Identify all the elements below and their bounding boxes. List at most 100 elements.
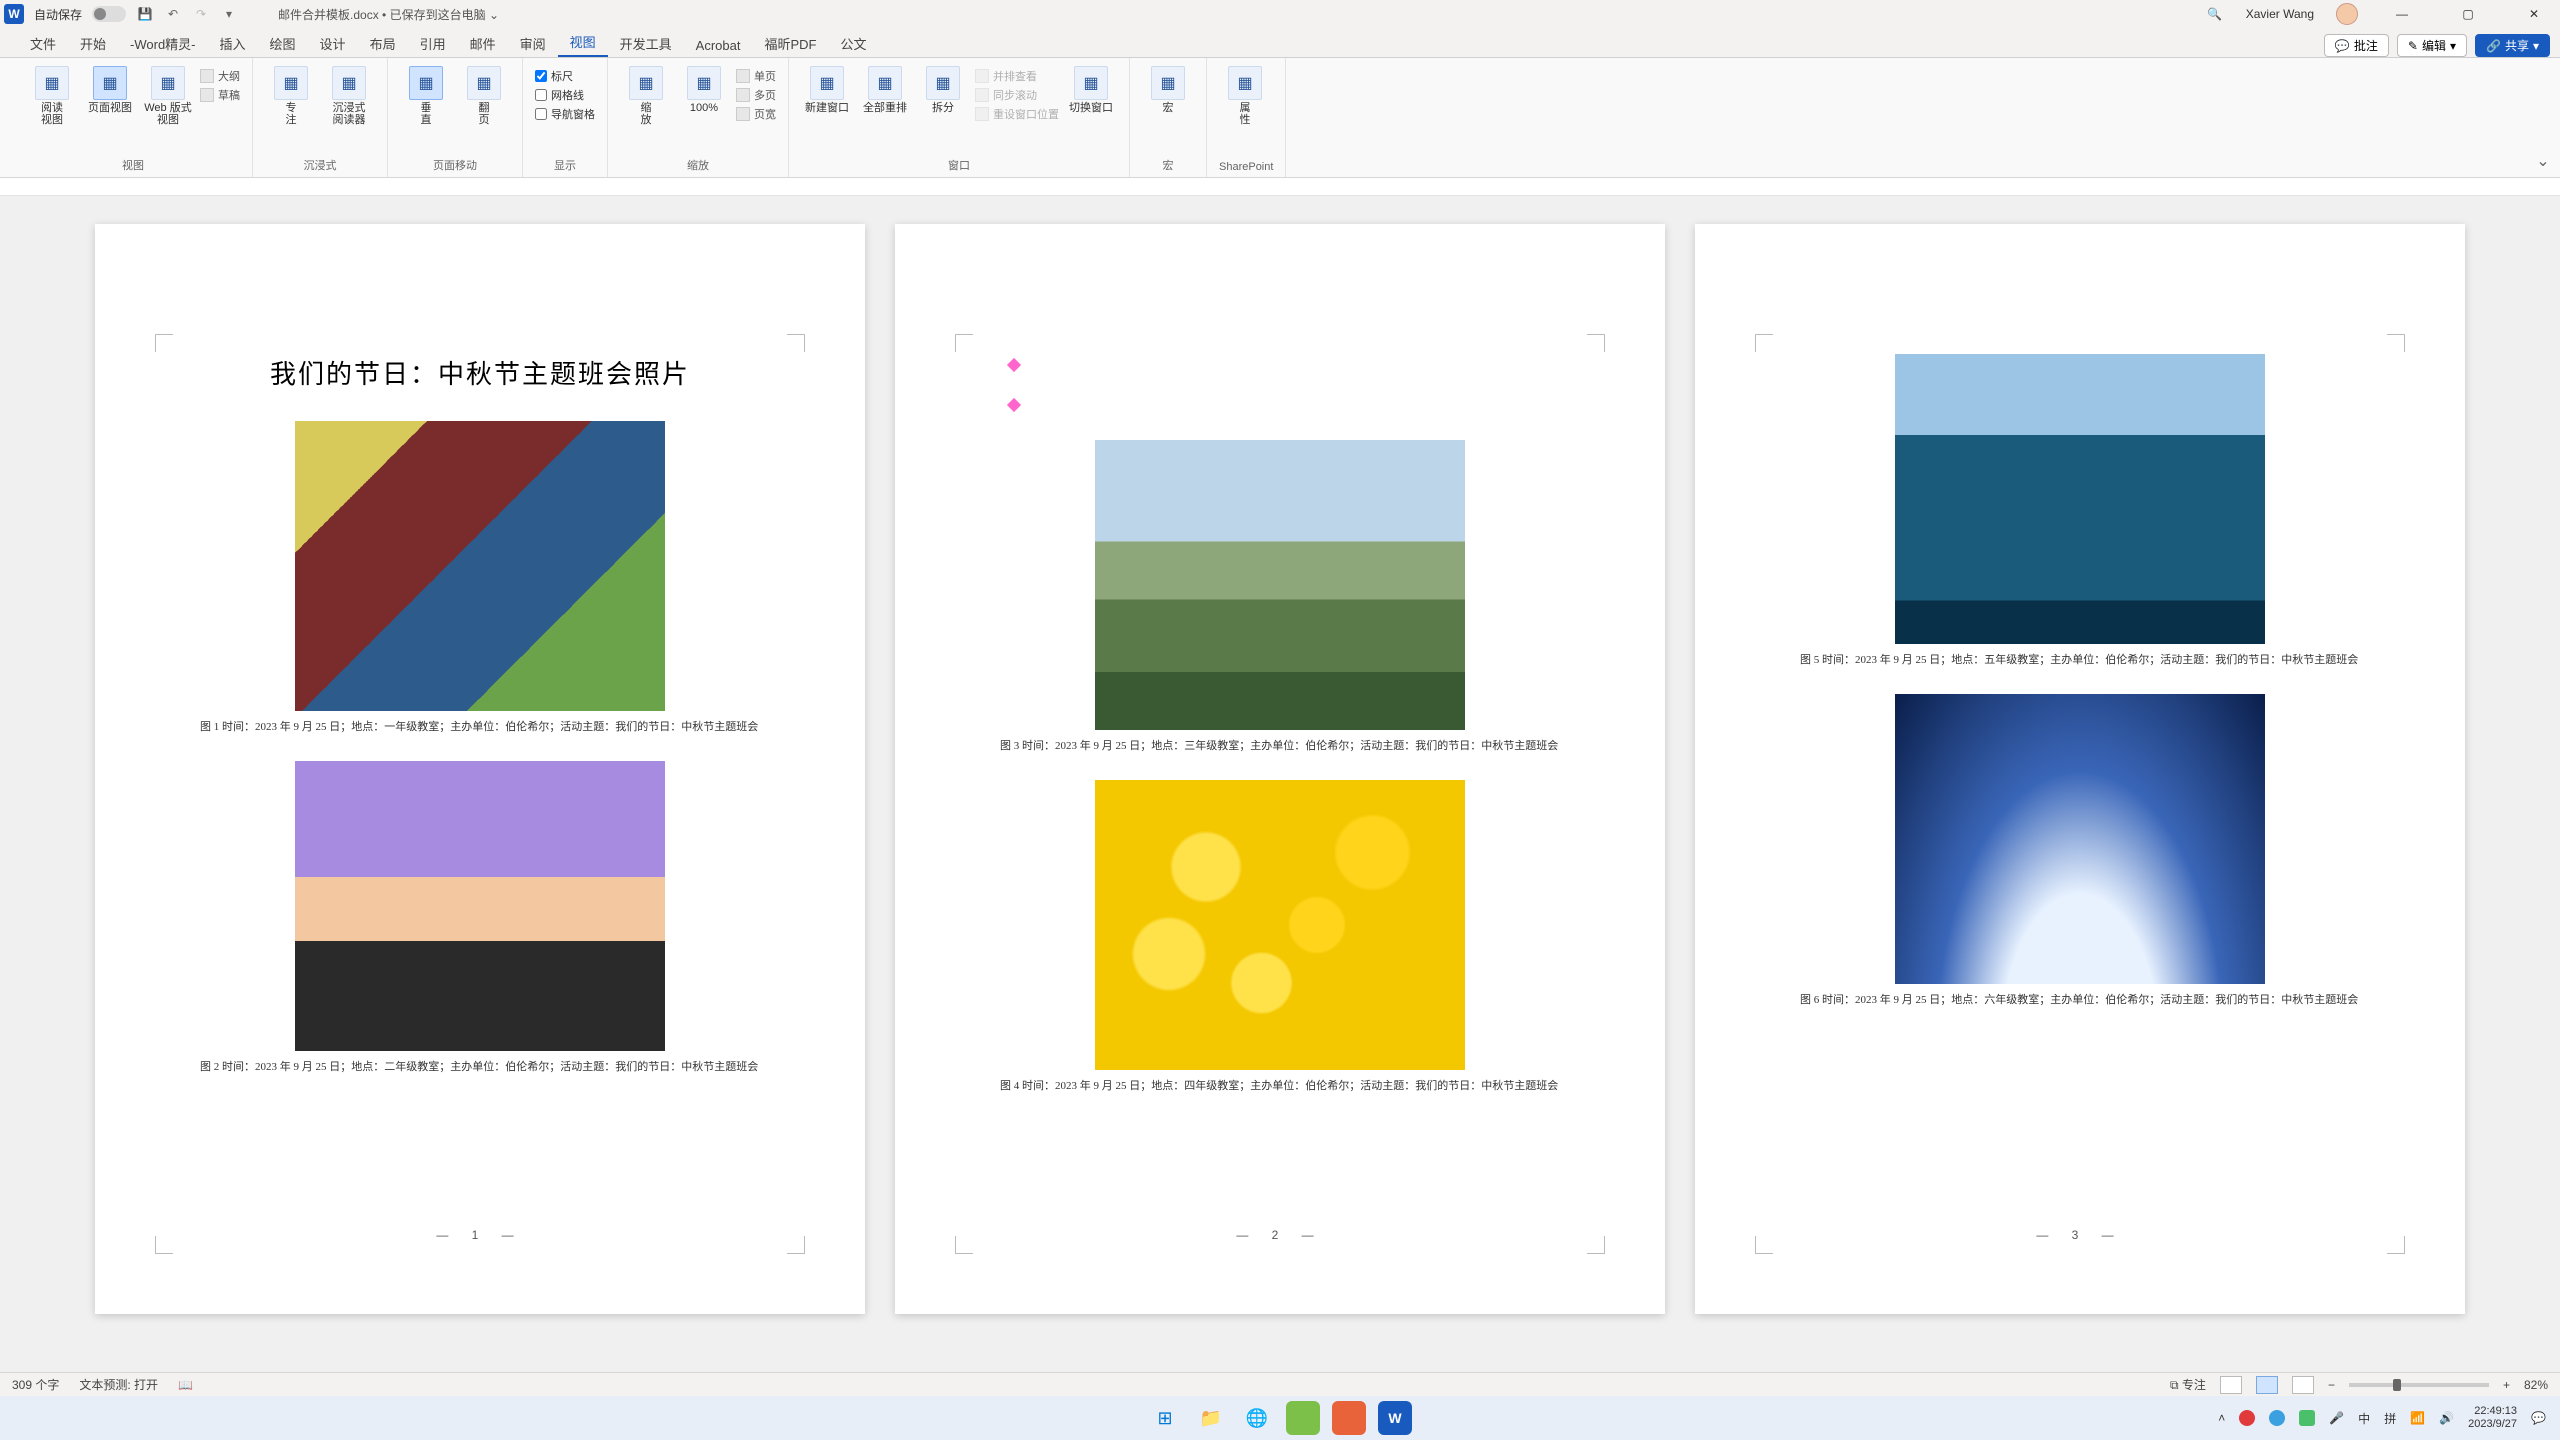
tab-引用[interactable]: 引用	[408, 28, 458, 57]
page-3[interactable]: 图 5 时间：2023 年 9 月 25 日；地点：五年级教室；主办单位：伯伦希…	[1695, 224, 2465, 1314]
one-page-button[interactable]: 单页	[736, 68, 776, 84]
figure-image[interactable]	[1895, 354, 2265, 644]
start-button[interactable]: ⊞	[1148, 1401, 1182, 1435]
minimize-button[interactable]: —	[2380, 0, 2424, 28]
save-icon[interactable]: 💾	[136, 5, 154, 23]
tab-文件[interactable]: 文件	[18, 28, 68, 57]
horizontal-ruler[interactable]	[0, 178, 2560, 196]
undo-icon[interactable]: ↶	[164, 5, 182, 23]
close-button[interactable]: ✕	[2512, 0, 2556, 28]
document-title-area[interactable]: 邮件合并模板.docx • 已保存到这台电脑 ⌄	[278, 6, 499, 23]
avatar[interactable]	[2336, 3, 2358, 25]
page-width-button[interactable]: 页宽	[736, 106, 776, 122]
tab-视图[interactable]: 视图	[558, 26, 608, 57]
print-layout-button[interactable]: ▦页面视图	[84, 62, 136, 114]
user-name[interactable]: Xavier Wang	[2246, 7, 2314, 21]
gridlines-check-input[interactable]	[535, 89, 547, 101]
app-icon-green[interactable]	[1286, 1401, 1320, 1435]
ruler-check[interactable]: 标尺	[535, 68, 595, 84]
tray-volume-icon[interactable]: 🔊	[2439, 1411, 2454, 1425]
tray-app-icon-1[interactable]	[2239, 1410, 2255, 1426]
edge-icon[interactable]: 🌐	[1240, 1401, 1274, 1435]
side-to-side-button[interactable]: ▦翻页	[458, 62, 510, 126]
page-1[interactable]: 我们的节日：中秋节主题班会照片图 1 时间：2023 年 9 月 25 日；地点…	[95, 224, 865, 1314]
web-layout-button[interactable]: ▦Web 版式视图	[142, 62, 194, 126]
tab-Acrobat[interactable]: Acrobat	[684, 32, 753, 57]
figure-caption[interactable]: 图 1 时间：2023 年 9 月 25 日；地点：一年级教室；主办单位：伯伦希…	[200, 719, 760, 735]
tab-开始[interactable]: 开始	[68, 28, 118, 57]
multi-page-button[interactable]: 多页	[736, 87, 776, 103]
figure-caption[interactable]: 图 6 时间：2023 年 9 月 25 日；地点：六年级教室；主办单位：伯伦希…	[1800, 992, 2360, 1008]
figure-caption[interactable]: 图 4 时间：2023 年 9 月 25 日；地点：四年级教室；主办单位：伯伦希…	[1000, 1078, 1560, 1094]
nav-pane-check-input[interactable]	[535, 108, 547, 120]
tray-ime-icon[interactable]: 中	[2358, 1410, 2370, 1427]
word-taskbar-icon[interactable]: W	[1378, 1401, 1412, 1435]
tray-notifications-icon[interactable]: 💬	[2531, 1411, 2546, 1425]
figure-image[interactable]	[1095, 780, 1465, 1070]
outline-button[interactable]: 大纲	[200, 68, 240, 84]
figure-image[interactable]	[295, 421, 665, 711]
switch-windows-button[interactable]: ▦切换窗口	[1065, 62, 1117, 114]
nav-pane-check[interactable]: 导航窗格	[535, 106, 595, 122]
redo-icon[interactable]: ↷	[192, 5, 210, 23]
focus-button[interactable]: ▦专注	[265, 62, 317, 126]
split-button[interactable]: ▦拆分	[917, 62, 969, 114]
draft-button[interactable]: 草稿	[200, 87, 240, 103]
figure-image[interactable]	[1095, 440, 1465, 730]
tray-chevron-icon[interactable]: ˄	[2218, 1411, 2225, 1425]
arrange-all-button[interactable]: ▦全部重排	[859, 62, 911, 114]
accessibility-icon[interactable]: 📖	[178, 1378, 193, 1392]
page-2[interactable]: 图 3 时间：2023 年 9 月 25 日；地点：三年级教室；主办单位：伯伦希…	[895, 224, 1665, 1314]
file-explorer-icon[interactable]: 📁	[1194, 1401, 1228, 1435]
ruler-check-input[interactable]	[535, 70, 547, 82]
web-layout-view-button[interactable]	[2292, 1376, 2314, 1394]
focus-mode-button[interactable]: ⧉ 专注	[2170, 1376, 2206, 1393]
proofing-status[interactable]: 文本预测: 打开	[79, 1376, 158, 1393]
tray-app-icon-2[interactable]	[2269, 1410, 2285, 1426]
new-window-button[interactable]: ▦新建窗口	[801, 62, 853, 114]
ribbon-collapse-icon[interactable]: ⌄	[2526, 58, 2560, 177]
figure-caption[interactable]: 图 5 时间：2023 年 9 月 25 日；地点：五年级教室；主办单位：伯伦希…	[1800, 652, 2360, 668]
zoom-100-button[interactable]: ▦100%	[678, 62, 730, 114]
read-mode-view-button[interactable]	[2220, 1376, 2242, 1394]
search-icon[interactable]: 🔍	[2206, 5, 2224, 23]
autosave-toggle[interactable]	[92, 6, 126, 22]
tray-clock[interactable]: 22:49:13 2023/9/27	[2468, 1405, 2517, 1431]
tab-福昕PDF[interactable]: 福昕PDF	[752, 28, 828, 57]
tab-公文[interactable]: 公文	[828, 28, 878, 57]
zoom-slider[interactable]	[2349, 1383, 2489, 1387]
editing-mode-button[interactable]: ✎ 编辑 ▾	[2397, 34, 2467, 57]
tray-wifi-icon[interactable]: 📶	[2410, 1411, 2425, 1425]
figure-image[interactable]	[1895, 694, 2265, 984]
maximize-button[interactable]: ▢	[2446, 0, 2490, 28]
macros-button[interactable]: ▦宏	[1142, 62, 1194, 114]
tray-mic-icon[interactable]: 🎤	[2329, 1411, 2344, 1425]
zoom-button[interactable]: ▦缩放	[620, 62, 672, 126]
zoom-out-button[interactable]: −	[2328, 1378, 2335, 1392]
word-count[interactable]: 309 个字	[12, 1376, 59, 1393]
tab-插入[interactable]: 插入	[208, 28, 258, 57]
zoom-percent[interactable]: 82%	[2524, 1378, 2548, 1392]
zoom-in-button[interactable]: +	[2503, 1378, 2510, 1392]
tab-绘图[interactable]: 绘图	[258, 28, 308, 57]
document-workspace[interactable]: 我们的节日：中秋节主题班会照片图 1 时间：2023 年 9 月 25 日；地点…	[0, 196, 2560, 1372]
qat-more-icon[interactable]: ▾	[220, 5, 238, 23]
tab-开发工具[interactable]: 开发工具	[608, 28, 684, 57]
gridlines-check[interactable]: 网格线	[535, 87, 595, 103]
figure-image[interactable]	[295, 761, 665, 1051]
print-layout-view-button[interactable]	[2256, 1376, 2278, 1394]
figure-caption[interactable]: 图 3 时间：2023 年 9 月 25 日；地点：三年级教室；主办单位：伯伦希…	[1000, 738, 1560, 754]
document-heading[interactable]: 我们的节日：中秋节主题班会照片	[175, 354, 785, 391]
read-view-button[interactable]: ▦阅读视图	[26, 62, 78, 126]
tab--Word精灵-[interactable]: -Word精灵-	[118, 28, 207, 57]
figure-caption[interactable]: 图 2 时间：2023 年 9 月 25 日；地点：二年级教室；主办单位：伯伦希…	[200, 1059, 760, 1075]
properties-button[interactable]: ▦属性	[1219, 62, 1271, 126]
tab-设计[interactable]: 设计	[308, 28, 358, 57]
vertical-button[interactable]: ▦垂直	[400, 62, 452, 126]
tray-app-icon-3[interactable]	[2299, 1410, 2315, 1426]
share-button[interactable]: 🔗 共享 ▾	[2475, 34, 2550, 57]
comments-button[interactable]: 💬 批注	[2324, 34, 2389, 57]
app-icon-orange[interactable]	[1332, 1401, 1366, 1435]
immersive-reader-button[interactable]: ▦沉浸式阅读器	[323, 62, 375, 126]
tab-布局[interactable]: 布局	[358, 28, 408, 57]
